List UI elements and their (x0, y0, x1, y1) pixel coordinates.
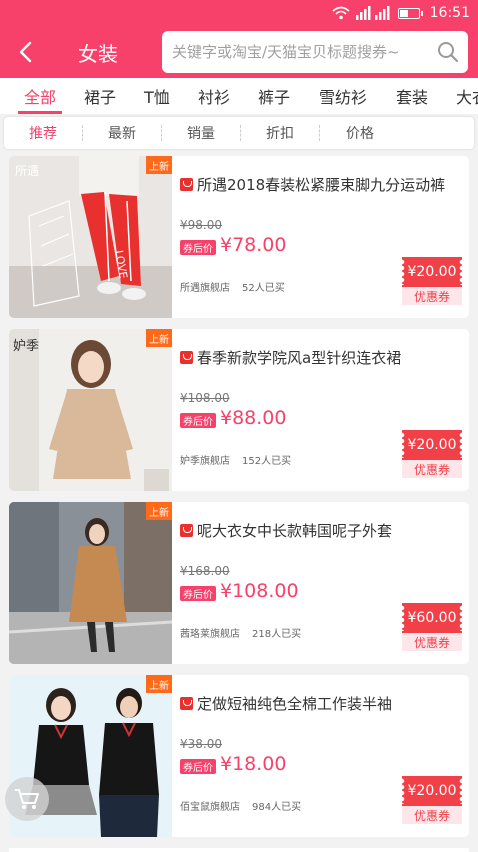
sold-count: 152人已买 (242, 456, 292, 467)
cart-button[interactable] (5, 777, 49, 821)
signal-icon (355, 6, 390, 20)
original-price: ¥98.00 (180, 218, 222, 232)
header: 女装 (0, 26, 478, 78)
tab-all[interactable]: 全部 (24, 78, 56, 114)
coupon-button[interactable]: ¥20.00 优惠券 (399, 257, 465, 305)
back-button[interactable] (0, 26, 50, 78)
coupon-button[interactable]: ¥20.00 优惠券 (399, 430, 465, 478)
thumb-watermark: 所遇 (15, 164, 40, 178)
coupon-value: ¥20.00 (399, 257, 465, 287)
coupon-label: 优惠券 (402, 460, 462, 478)
sold-count: 984人已买 (252, 802, 302, 813)
thumb-watermark: 妒季 (13, 339, 40, 354)
chevron-left-icon (19, 41, 32, 63)
tmall-shop-icon (180, 178, 193, 191)
shop-name: 茜珞莱旗舰店 (180, 629, 240, 640)
product-card[interactable]: 上新 呢大衣女中长款韩国呢子外套 ¥168.00 券后价 ¥108.00 茜珞莱… (9, 502, 469, 664)
tab-chiffon[interactable]: 雪纺衫 (319, 78, 367, 114)
tab-tshirts[interactable]: T恤 (144, 78, 170, 114)
tmall-shop-icon (180, 697, 193, 710)
search-input[interactable] (172, 43, 428, 61)
tmall-shop-icon (180, 351, 193, 364)
coupon-value: ¥60.00 (399, 603, 465, 633)
sort-sales[interactable]: 销量 (162, 117, 240, 149)
tab-coats[interactable]: 大衣 (456, 78, 478, 114)
active-tab-indicator (18, 111, 62, 114)
page-title: 女装 (78, 41, 118, 66)
coupon-value: ¥20.00 (399, 430, 465, 460)
product-title: 定做短袖纯色全棉工作装半袖 (197, 695, 393, 713)
final-price: ¥88.00 (220, 407, 287, 429)
sort-price[interactable]: 价格 (320, 117, 400, 149)
product-card[interactable]: 妒季 上新 春季新款学院风a型针织连衣裙 ¥108.00 券后价 ¥88.00 … (9, 329, 469, 491)
final-price: ¥18.00 (220, 753, 287, 775)
sort-bar: 推荐 最新 销量 折扣 价格 (4, 117, 474, 149)
product-title: 呢大衣女中长款韩国呢子外套 (197, 522, 393, 540)
sort-newest[interactable]: 最新 (83, 117, 161, 149)
product-meta: 佰宝鼠旗舰店 984人已买 (180, 798, 301, 813)
product-image: 上新 (9, 502, 172, 664)
original-price: ¥38.00 (180, 737, 222, 751)
coupon-value: ¥20.00 (399, 776, 465, 806)
tab-shirts[interactable]: 衬衫 (198, 78, 230, 114)
tmall-shop-icon (180, 524, 193, 537)
battery-icon (397, 7, 423, 19)
new-badge: 上新 (146, 675, 172, 693)
search-icon[interactable] (428, 41, 468, 63)
original-price: ¥108.00 (180, 391, 230, 405)
coupon-label: 优惠券 (402, 287, 462, 305)
tab-skirts[interactable]: 裙子 (84, 78, 116, 114)
coupon-button[interactable]: ¥60.00 优惠券 (399, 603, 465, 651)
shop-name: 佰宝鼠旗舰店 (180, 802, 240, 813)
search-box[interactable] (162, 31, 468, 73)
wifi-icon (332, 6, 350, 20)
list-item (9, 848, 469, 852)
after-coupon-tag: 券后价 (180, 586, 216, 601)
new-badge: 上新 (146, 329, 172, 347)
sort-discount[interactable]: 折扣 (241, 117, 319, 149)
product-image: 妒季 上新 (9, 329, 172, 491)
shop-name: 妒季旗舰店 (180, 456, 230, 467)
product-card[interactable]: 上新 定做短袖纯色全棉工作装半袖 ¥38.00 券后价 ¥18.00 佰宝鼠旗舰… (9, 675, 469, 837)
product-meta: 所遇旗舰店 52人已买 (180, 279, 285, 294)
sold-count: 52人已买 (242, 283, 285, 294)
product-meta: 茜珞莱旗舰店 218人已买 (180, 625, 301, 640)
final-price: ¥78.00 (220, 234, 287, 256)
new-badge: 上新 (146, 502, 172, 520)
sort-recommended[interactable]: 推荐 (4, 117, 82, 149)
tab-sets[interactable]: 套装 (396, 78, 428, 114)
tab-pants[interactable]: 裤子 (258, 78, 290, 114)
shopping-cart-icon (15, 789, 39, 809)
status-bar: 16:51 (0, 0, 478, 26)
category-tabs: 全部 裙子 T恤 衬衫 裤子 雪纺衫 套装 大衣 (0, 78, 478, 114)
product-card[interactable]: LOVE 所遇 上新 所遇2018春装松紧腰束脚九分运动裤 ¥98.00 券后价… (9, 156, 469, 318)
final-price: ¥108.00 (220, 580, 299, 602)
coupon-label: 优惠券 (402, 806, 462, 824)
after-coupon-tag: 券后价 (180, 759, 216, 774)
sold-count: 218人已买 (252, 629, 302, 640)
status-time: 16:51 (429, 5, 470, 21)
product-meta: 妒季旗舰店 152人已买 (180, 452, 291, 467)
after-coupon-tag: 券后价 (180, 413, 216, 428)
new-badge: 上新 (146, 156, 172, 174)
coupon-button[interactable]: ¥20.00 优惠券 (399, 776, 465, 824)
after-coupon-tag: 券后价 (180, 240, 216, 255)
coupon-label: 优惠券 (402, 633, 462, 651)
product-title: 春季新款学院风a型针织连衣裙 (197, 349, 402, 367)
product-image: LOVE 所遇 上新 (9, 156, 172, 318)
original-price: ¥168.00 (180, 564, 230, 578)
shop-name: 所遇旗舰店 (180, 283, 230, 294)
product-title: 所遇2018春装松紧腰束脚九分运动裤 (197, 176, 446, 194)
